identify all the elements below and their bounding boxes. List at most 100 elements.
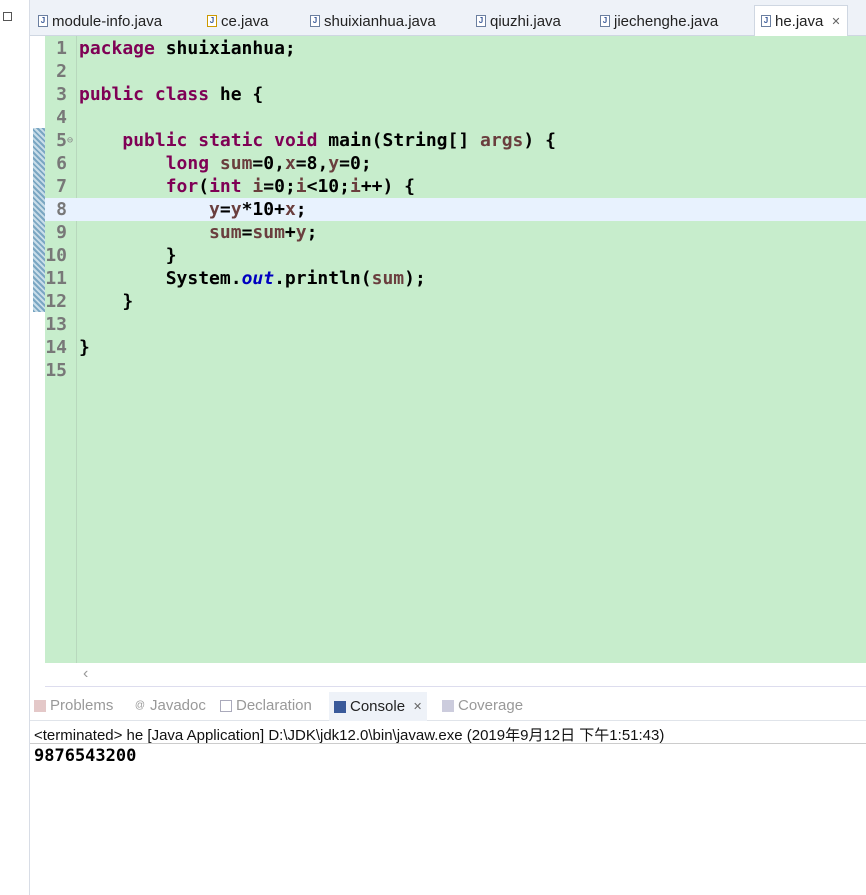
code-line[interactable]: 12 } [45, 290, 866, 313]
code-line[interactable]: 4 [45, 106, 866, 129]
line-number: 2 [56, 61, 67, 82]
code-token: System. [79, 268, 242, 289]
code-token: y [295, 222, 307, 243]
code-token: ; [295, 199, 307, 220]
fold-icon[interactable]: ⊖ [67, 129, 73, 152]
tab-ce[interactable]: Jce.java [207, 9, 269, 33]
close-tab-icon[interactable]: ✕ [831, 15, 840, 28]
tab-javadoc[interactable]: @ Javadoc [134, 697, 206, 714]
line-number: 1 [56, 38, 67, 59]
console-status: <terminated> he [Java Application] D:\JD… [34, 727, 665, 744]
scroll-left-icon[interactable]: ‹ [83, 665, 88, 683]
line-number: 7 [56, 176, 67, 197]
java-file-warning-icon: J [207, 15, 217, 27]
code-text: package shuixianhua; [79, 37, 296, 60]
console-divider [30, 743, 866, 744]
code-token: y [209, 199, 220, 220]
code-token: = [241, 222, 253, 243]
code-line[interactable]: 7 for(int i=0;i<10;i++) { [45, 175, 866, 198]
code-token: *10+ [241, 199, 285, 220]
tab-jiechenghe[interactable]: Jjiechenghe.java [600, 9, 718, 33]
code-token: =8, [295, 153, 329, 174]
code-token: sum [371, 268, 405, 289]
code-line[interactable]: 11 System.out.println(sum); [45, 267, 866, 290]
code-token: ); [404, 268, 426, 289]
code-line[interactable]: 5 ⊖ public static void main(String[] args… [45, 129, 866, 152]
code-text: } [79, 290, 133, 313]
tab-shuixianhua[interactable]: Jshuixianhua.java [310, 9, 436, 33]
line-number: 3 [56, 84, 67, 105]
code-token: ++) { [360, 176, 416, 197]
code-token: } [79, 245, 177, 266]
close-tab-icon[interactable]: ✕ [413, 700, 422, 713]
horizontal-scrollbar[interactable]: ‹ [45, 663, 866, 687]
code-token: y [328, 153, 340, 174]
code-token: .println( [274, 268, 372, 289]
line-number: 8 [56, 199, 67, 220]
line-number: 12 [45, 291, 67, 312]
code-text: } [79, 336, 90, 359]
code-token: he { [209, 84, 264, 105]
tab-problems[interactable]: Problems [34, 697, 113, 714]
code-text: for(int i=0;i<10;i++) { [79, 175, 415, 198]
code-line[interactable]: 1 package shuixianhua; [45, 37, 866, 60]
tab-module-info[interactable]: Jmodule-info.java [38, 9, 162, 33]
code-token: =0; [263, 176, 296, 197]
console-output: 9876543200 [34, 746, 137, 766]
code-token: y [230, 199, 242, 220]
tab-console[interactable]: Console ✕ [329, 692, 428, 721]
code-line[interactable]: 8 y=y*10+x; [45, 198, 866, 221]
code-token: + [284, 222, 296, 243]
line-number: 13 [45, 314, 67, 335]
code-line[interactable]: 13 [45, 313, 866, 336]
code-token: } [79, 291, 134, 312]
code-token: shuixianhua; [154, 38, 296, 59]
code-line[interactable]: 9 sum=sum+y; [45, 221, 866, 244]
code-text: public class he { [79, 83, 263, 106]
code-token: = [219, 199, 231, 220]
declaration-icon [220, 699, 232, 712]
code-line[interactable]: 2 [45, 60, 866, 83]
code-line[interactable]: 10 } [45, 244, 866, 267]
code-token: public [122, 130, 188, 151]
code-token: out [241, 268, 275, 289]
code-token: int [209, 176, 242, 197]
line-number: 10 [45, 245, 67, 266]
code-text: long sum=0,x=8,y=0; [79, 152, 372, 175]
tab-coverage[interactable]: Coverage [442, 697, 523, 714]
code-text: System.out.println(sum); [79, 267, 426, 290]
code-token: sum [209, 222, 242, 243]
code-token: =0, [252, 153, 285, 174]
code-line[interactable]: 14} [45, 336, 866, 359]
code-token: } [79, 337, 90, 358]
code-token: =0; [339, 153, 372, 174]
line-number: 11 [45, 268, 67, 289]
code-token: ( [198, 176, 210, 197]
java-file-icon: J [476, 15, 486, 27]
code-text: public static void main(String[] args) { [79, 129, 556, 152]
code-token: class [154, 84, 210, 105]
code-line[interactable]: 3 public class he { [45, 83, 866, 106]
code-token: x [284, 199, 296, 220]
code-line[interactable]: 6 long sum=0,x=8,y=0; [45, 152, 866, 175]
code-token: sum [219, 153, 253, 174]
tab-declaration[interactable]: Declaration [220, 697, 312, 714]
tab-he[interactable]: Jhe.java ✕ [754, 5, 848, 36]
java-file-icon: J [761, 15, 771, 27]
tab-qiuzhi[interactable]: Jqiuzhi.java [476, 9, 561, 33]
coverage-icon [442, 699, 454, 712]
left-panel-strip [0, 0, 30, 895]
code-text: sum=sum+y; [79, 221, 317, 244]
restore-icon[interactable] [3, 12, 12, 21]
line-number: 14 [45, 337, 67, 358]
code-line[interactable]: 15 [45, 359, 866, 382]
java-file-icon: J [600, 15, 610, 27]
